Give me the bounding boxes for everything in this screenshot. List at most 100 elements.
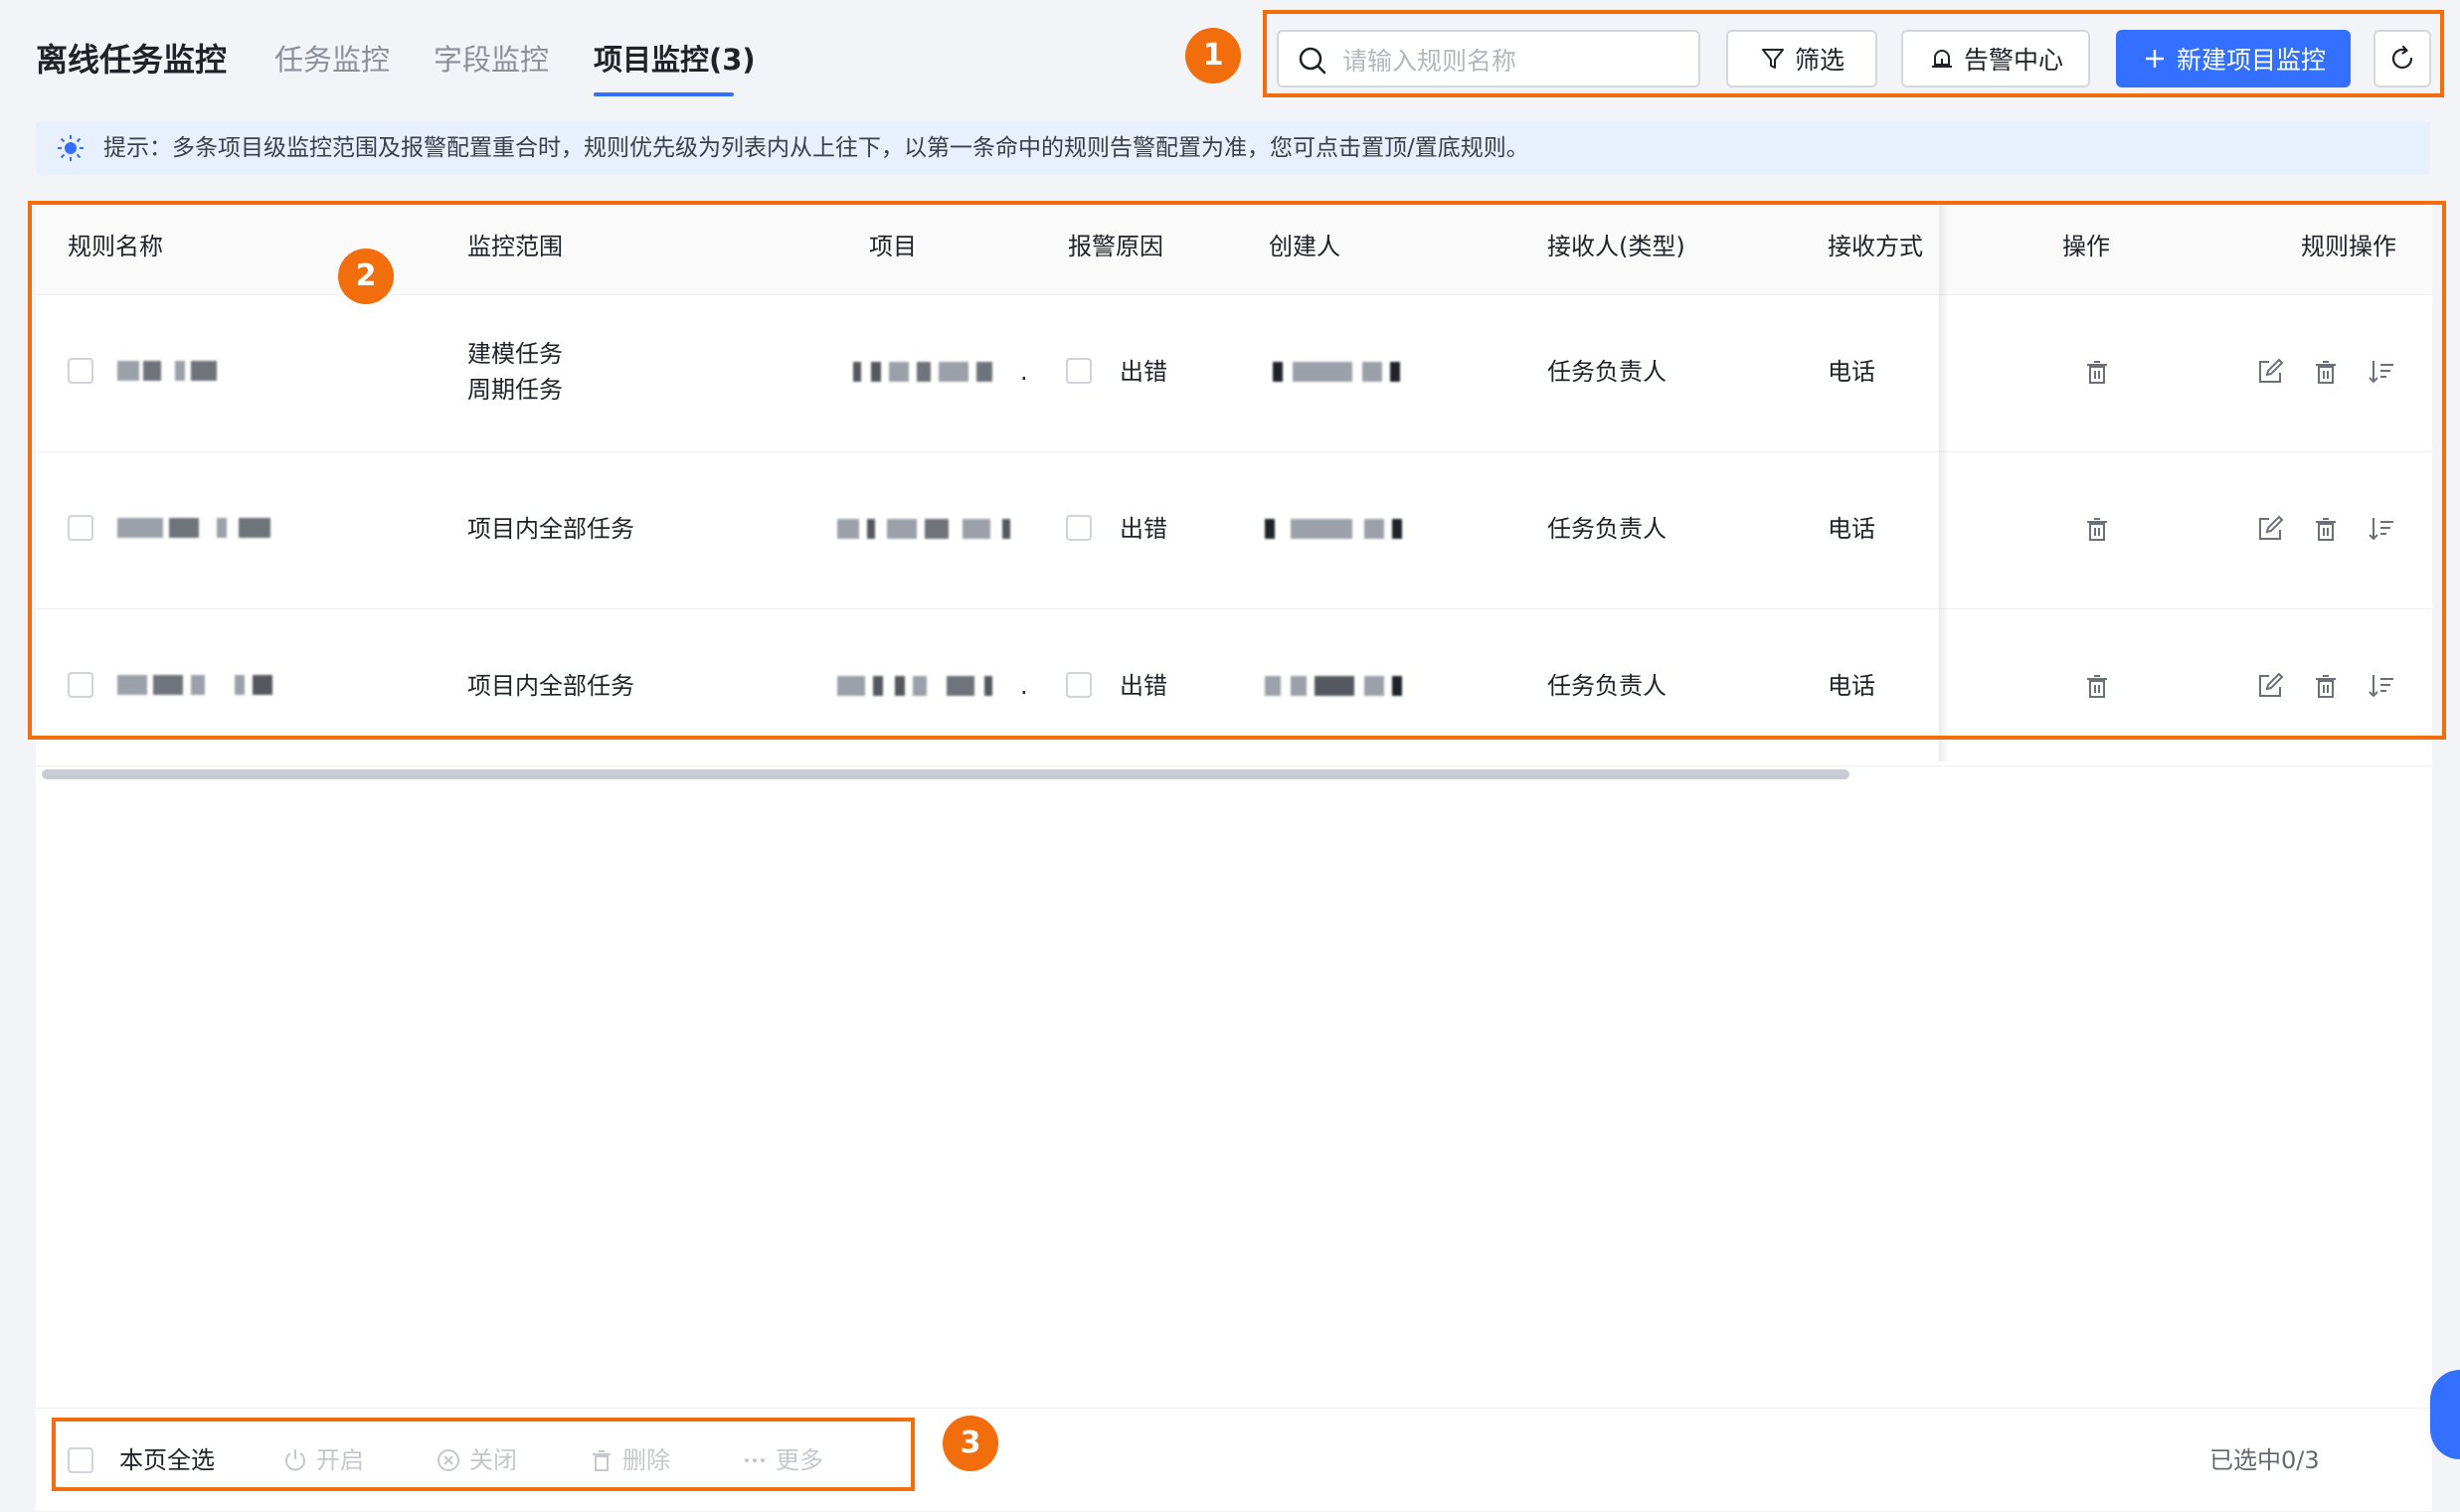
horizontal-scrollbar[interactable]: [42, 769, 1849, 779]
disable-button[interactable]: 关闭: [436, 1409, 517, 1512]
alarm-icon: [1931, 50, 1952, 68]
alert-reason-checkbox[interactable]: [1066, 672, 1092, 698]
column-header-project: 项目: [869, 233, 917, 260]
plus-icon: [2145, 50, 2164, 68]
creator-redacted: [1265, 519, 1412, 539]
tab-task-monitor[interactable]: 任务监控: [274, 36, 390, 84]
alert-center-button[interactable]: 告警中心: [1901, 30, 2090, 87]
enable-label: 开启: [316, 1446, 364, 1474]
alert-center-label: 告警中心: [1963, 46, 2063, 75]
batch-action-bar: 本页全选 开启 关闭 删除 更多 已选中0/3: [36, 1408, 2432, 1512]
delete-icon[interactable]: [2311, 514, 2341, 544]
filter-button[interactable]: 筛选: [1726, 30, 1877, 87]
enable-button[interactable]: 开启: [282, 1409, 364, 1512]
project-redacted: [837, 676, 996, 696]
page-title: 离线任务监控: [36, 41, 228, 79]
alert-reason: 出错: [1120, 358, 1167, 386]
project-redacted: [853, 362, 1002, 382]
annotation-badge: 2: [338, 249, 394, 304]
fixed-column-shadow: [1939, 205, 1949, 761]
alert-reason-checkbox[interactable]: [1066, 358, 1092, 384]
row-checkbox[interactable]: [68, 672, 93, 698]
delete-icon[interactable]: [2311, 357, 2341, 387]
tab-project-monitor[interactable]: 项目监控(3): [594, 36, 756, 84]
scope-line: 建模任务: [467, 340, 563, 368]
more-button[interactable]: 更多: [742, 1409, 823, 1512]
receiver: 任务负责人: [1547, 358, 1667, 386]
column-header-creator: 创建人: [1269, 233, 1340, 260]
batch-delete-button[interactable]: 删除: [589, 1409, 670, 1512]
more-dots-icon: [745, 1458, 765, 1462]
filter-icon: [1761, 49, 1784, 69]
row-checkbox[interactable]: [68, 515, 93, 541]
annotation-badge: 3: [943, 1416, 998, 1471]
select-all-label[interactable]: 本页全选: [119, 1409, 215, 1512]
scope-line: 项目内全部任务: [467, 515, 634, 543]
new-project-monitor-label: 新建项目监控: [2176, 46, 2326, 75]
table-row: 项目内全部任务 . 出错 任务负责人 电话: [36, 608, 2432, 766]
project-redacted: [837, 519, 1016, 539]
row-checkbox[interactable]: [68, 358, 93, 384]
delete-icon[interactable]: [2311, 671, 2341, 701]
receive-method: 电话: [1828, 515, 1875, 543]
disable-label: 关闭: [469, 1446, 517, 1474]
active-tab-indicator: [594, 92, 734, 96]
rule-name-redacted: [117, 518, 272, 538]
rule-name-redacted: [117, 361, 227, 381]
scope-line: 项目内全部任务: [467, 672, 634, 700]
edit-icon[interactable]: [2255, 671, 2285, 701]
search-input[interactable]: [1340, 40, 1682, 82]
column-header-alert-reason: 报警原因: [1068, 233, 1163, 260]
selection-status: 已选中0/3: [2209, 1446, 2320, 1474]
select-all-checkbox[interactable]: [68, 1447, 93, 1473]
receiver: 任务负责人: [1547, 515, 1667, 543]
search-icon: [1299, 47, 1326, 75]
project-suffix: .: [1020, 672, 1028, 700]
filter-label: 筛选: [1794, 46, 1845, 75]
tab-field-monitor[interactable]: 字段监控: [434, 36, 549, 84]
close-circle-icon: [438, 1449, 459, 1471]
column-header-receiver: 接收人(类型): [1547, 233, 1685, 260]
receiver: 任务负责人: [1547, 672, 1667, 700]
more-label: 更多: [776, 1446, 823, 1474]
creator-redacted: [1273, 362, 1408, 382]
table-row: 项目内全部任务 出错 任务负责人 电话: [36, 451, 2432, 609]
refresh-icon: [2391, 45, 2413, 70]
alert-reason: 出错: [1120, 515, 1167, 543]
receive-method: 电话: [1828, 672, 1875, 700]
help-bubble-button[interactable]: [2430, 1370, 2460, 1459]
delete-label: 删除: [622, 1446, 670, 1474]
scope-line: 周期任务: [467, 376, 563, 404]
sort-priority-icon[interactable]: [2367, 357, 2396, 387]
column-header-rule-actions: 规则操作: [2301, 233, 2396, 260]
sort-priority-icon[interactable]: [2367, 671, 2396, 701]
table-row: 建模任务 周期任务 . 出错 任务负责人 电话: [36, 294, 2432, 452]
delete-icon[interactable]: [2082, 357, 2112, 387]
tip-text: 提示：多条项目级监控范围及报警配置重合时，规则优先级为列表内从上往下，以第一条命…: [103, 135, 1529, 161]
table-header: 规则名称 监控范围 项目 报警原因 创建人 接收人(类型) 接收方式 操作 规则…: [36, 205, 2432, 295]
annotation-badge: 1: [1185, 28, 1241, 84]
column-header-scope: 监控范围: [467, 233, 563, 260]
edit-icon[interactable]: [2255, 514, 2285, 544]
receive-method: 电话: [1828, 358, 1875, 386]
delete-icon: [593, 1450, 611, 1471]
column-header-receive-method: 接收方式: [1828, 233, 1923, 260]
project-suffix: .: [1020, 358, 1028, 386]
delete-icon[interactable]: [2082, 514, 2112, 544]
creator-redacted: [1265, 676, 1412, 696]
search-box[interactable]: [1277, 30, 1700, 87]
column-header-actions: 操作: [2062, 233, 2110, 260]
edit-icon[interactable]: [2255, 357, 2285, 387]
alert-reason: 出错: [1120, 672, 1167, 700]
alert-reason-checkbox[interactable]: [1066, 515, 1092, 541]
sort-priority-icon[interactable]: [2367, 514, 2396, 544]
new-project-monitor-button[interactable]: 新建项目监控: [2116, 30, 2351, 87]
refresh-button[interactable]: [2373, 30, 2431, 87]
tip-banner: 提示：多条项目级监控范围及报警配置重合时，规则优先级为列表内从上往下，以第一条命…: [36, 121, 2430, 175]
rules-panel: 规则名称 监控范围 项目 报警原因 创建人 接收人(类型) 接收方式 操作 规则…: [36, 205, 2432, 1511]
rule-name-redacted: [117, 675, 276, 695]
power-icon: [285, 1449, 305, 1471]
delete-icon[interactable]: [2082, 671, 2112, 701]
lightbulb-icon: [58, 135, 84, 161]
column-header-rule-name: 规则名称: [68, 233, 163, 260]
